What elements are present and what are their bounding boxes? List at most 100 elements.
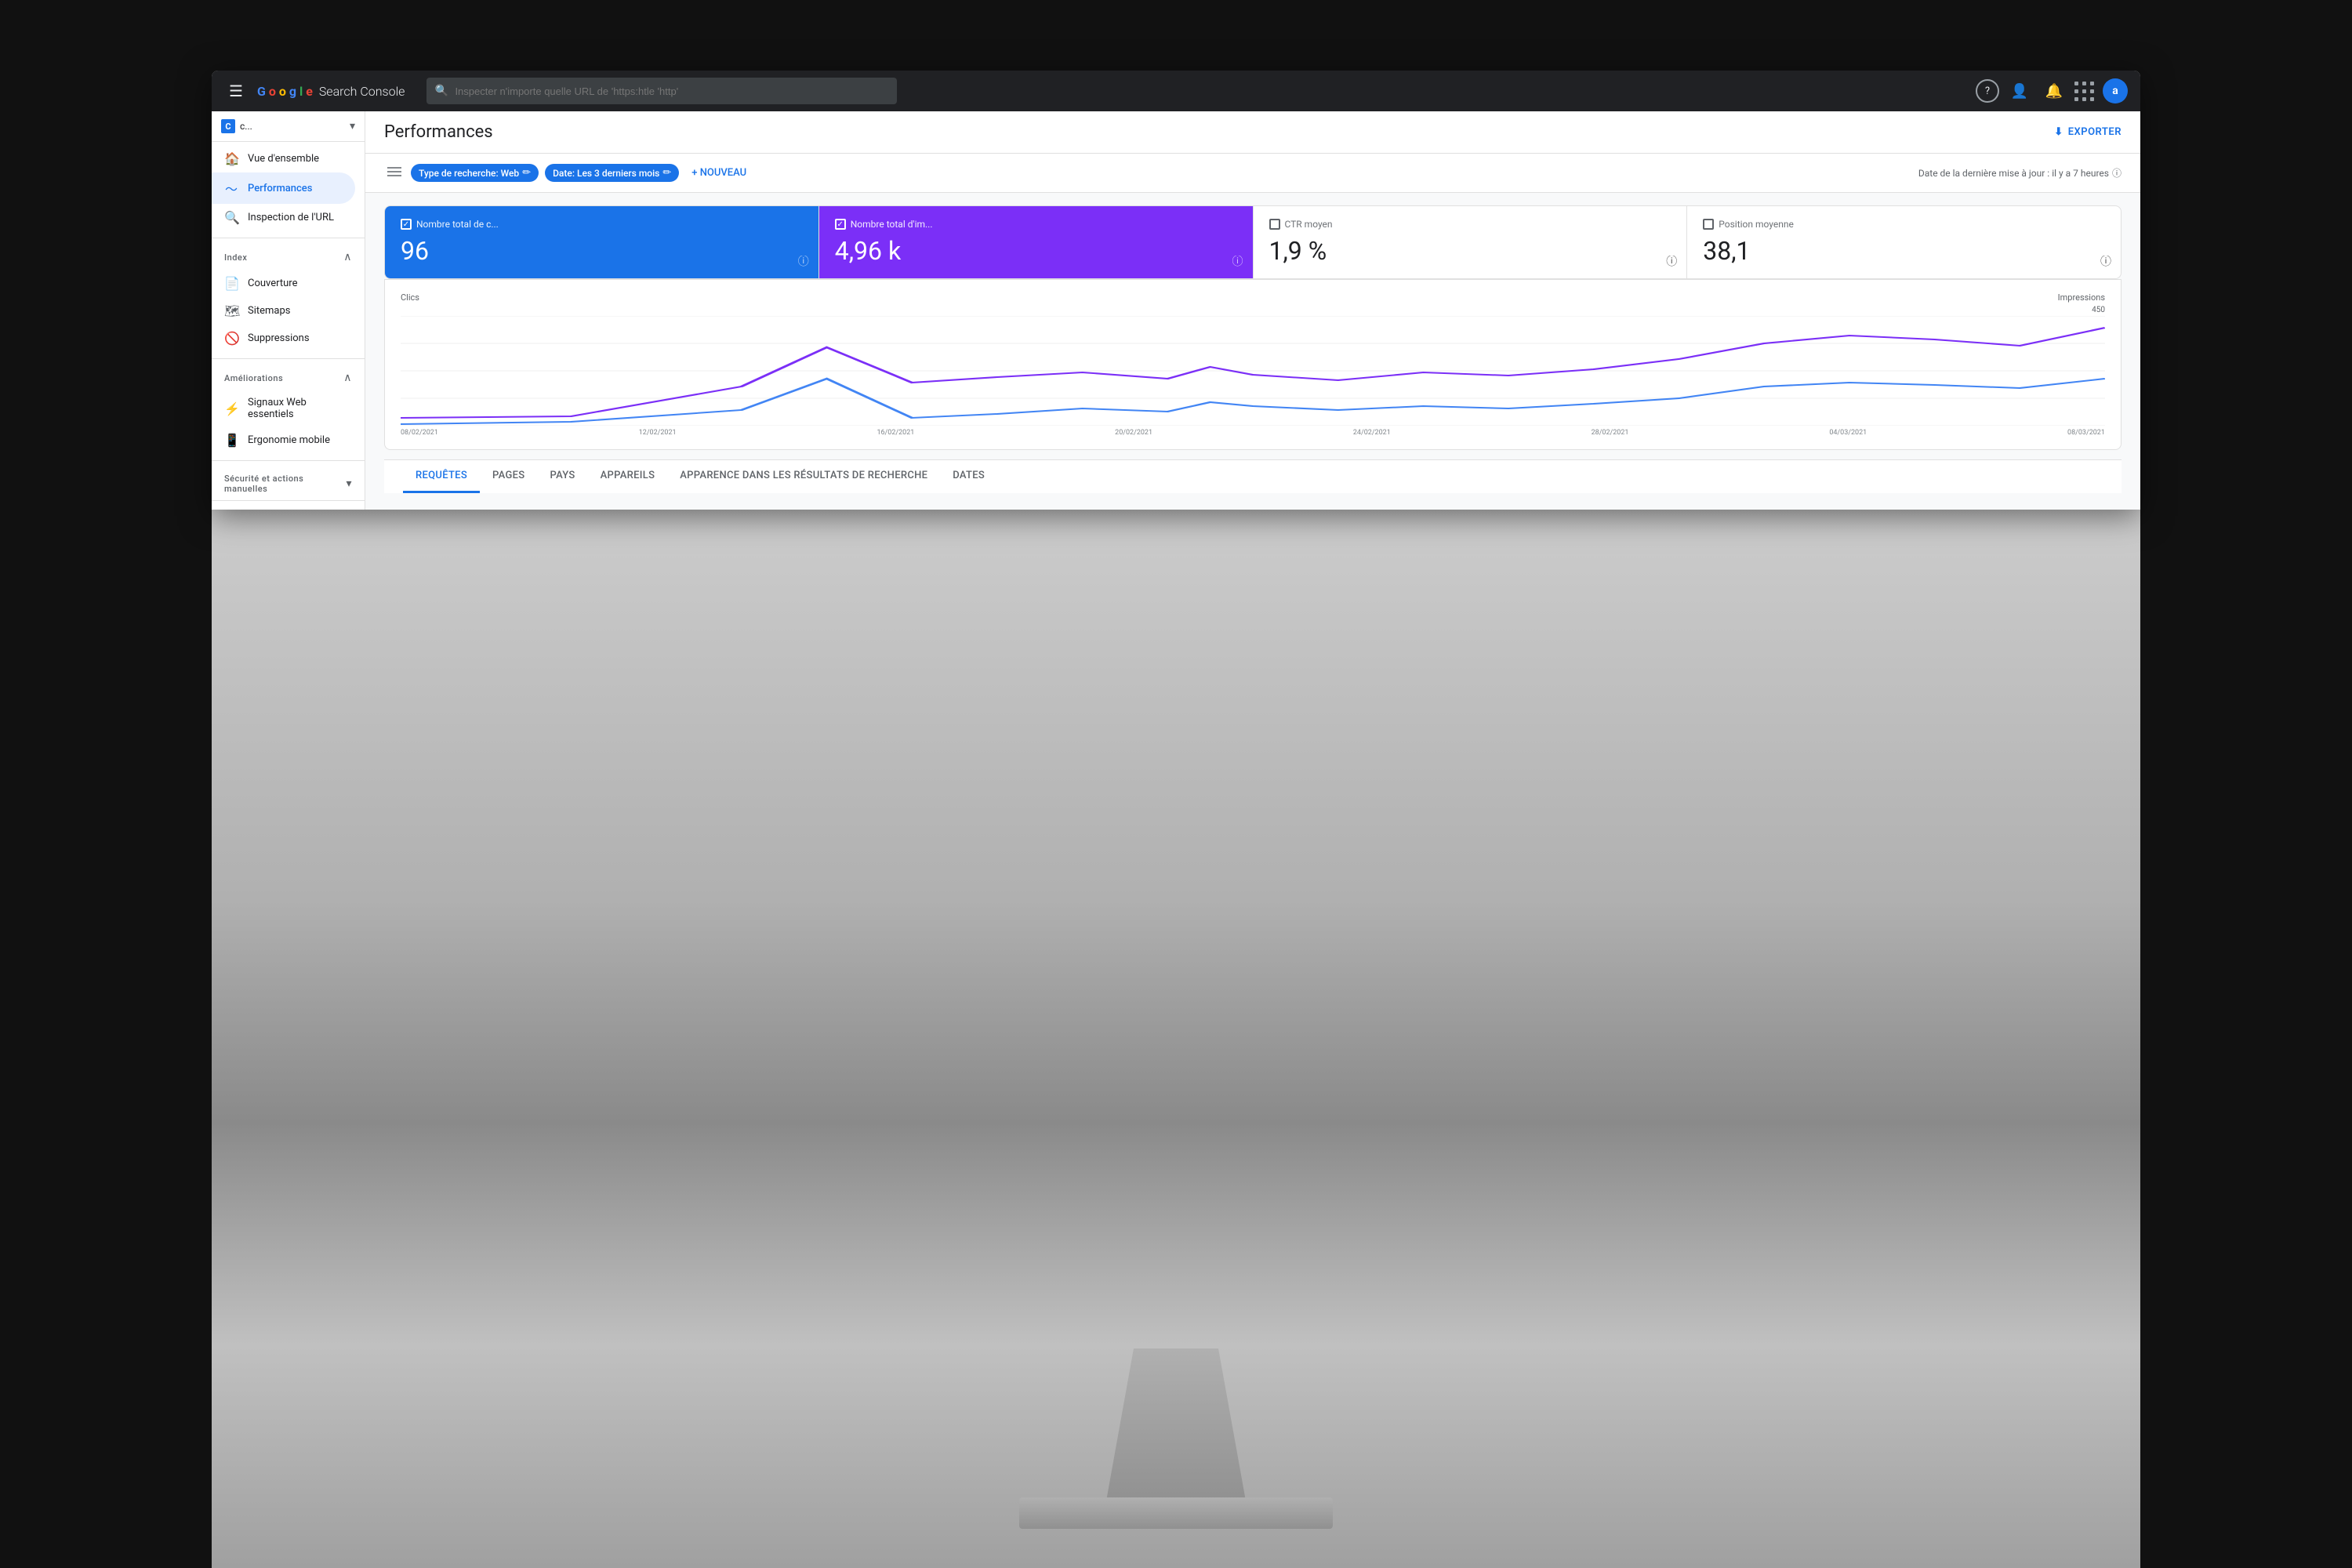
notifications-button[interactable]: 🔔 bbox=[2040, 77, 2068, 105]
index-section-header: Index ∧ bbox=[212, 241, 365, 267]
export-label: EXPORTER bbox=[2068, 126, 2122, 138]
info-icon: ⓘ bbox=[2112, 166, 2122, 180]
property-selector[interactable]: C c... ▾ bbox=[212, 111, 365, 142]
x-label: 04/03/2021 bbox=[1829, 429, 1867, 437]
sidebar-item-signaux-web[interactable]: ⚡ Signaux Web essentiels bbox=[212, 390, 355, 426]
page-title: Performances bbox=[384, 122, 493, 142]
filter-chip-search-type[interactable]: Type de recherche: Web ✏ bbox=[411, 164, 539, 182]
index-nav-section: 📄 Couverture 🗺 Sitemaps 🚫 Suppressions bbox=[212, 267, 365, 355]
sidebar-item-performances[interactable]: 〜 Performances bbox=[212, 172, 355, 204]
x-label: 08/02/2021 bbox=[401, 429, 438, 437]
sidebar-item-sitemaps[interactable]: 🗺 Sitemaps bbox=[212, 297, 355, 325]
couverture-icon: 📄 bbox=[224, 276, 238, 291]
monitor-base bbox=[1019, 1497, 1333, 1529]
tab-pays[interactable]: PAYS bbox=[537, 460, 587, 493]
sidebar: C c... ▾ 🏠 Vue d'ensemble 〜 Performances… bbox=[212, 111, 365, 510]
users-button[interactable]: 👤 bbox=[2005, 77, 2034, 105]
search-input[interactable] bbox=[426, 78, 897, 104]
nav-divider-4 bbox=[212, 500, 365, 501]
metric-label: CTR moyen bbox=[1285, 219, 1333, 230]
tab-dates[interactable]: DATES bbox=[940, 460, 997, 493]
help-button[interactable]: ? bbox=[1976, 79, 1999, 103]
sidebar-item-suppressions[interactable]: 🚫 Suppressions bbox=[212, 325, 355, 352]
securite-chevron[interactable]: ▾ bbox=[346, 477, 352, 490]
ergonomie-icon: 📱 bbox=[224, 433, 238, 448]
metric-checkbox: ✓ bbox=[401, 219, 412, 230]
tab-appareils[interactable]: APPAREILS bbox=[588, 460, 668, 493]
nav-divider-3 bbox=[212, 460, 365, 461]
filter-chip-date[interactable]: Date: Les 3 derniers mois ✏ bbox=[545, 164, 679, 182]
metric-card-header: CTR moyen bbox=[1269, 219, 1671, 230]
apps-button[interactable] bbox=[2074, 80, 2096, 102]
new-filter-button[interactable]: + NOUVEAU bbox=[685, 164, 753, 182]
chart-container: Clics Impressions 450 bbox=[384, 279, 2122, 450]
search-nav-icon: 🔍 bbox=[224, 210, 238, 225]
chart-svg bbox=[401, 316, 2105, 426]
user-avatar[interactable]: a bbox=[2103, 78, 2128, 103]
metric-card-header: ✓ Nombre total de c... bbox=[401, 219, 803, 230]
metric-info-icon: ⓘ bbox=[2100, 253, 2111, 269]
menu-icon[interactable]: ☰ bbox=[224, 77, 248, 105]
tab-pages[interactable]: PAGES bbox=[480, 460, 537, 493]
metric-card-position[interactable]: Position moyenne 38,1 ⓘ bbox=[1687, 206, 2121, 278]
sidebar-item-label: Couverture bbox=[248, 278, 297, 289]
filter-chip-edit-icon-2: ✏ bbox=[662, 167, 671, 179]
tab-requetes[interactable]: REQUÊTES bbox=[403, 460, 480, 493]
sidebar-item-ergonomie[interactable]: 📱 Ergonomie mobile bbox=[212, 426, 355, 454]
filter-icon[interactable] bbox=[384, 162, 405, 184]
metric-label: Position moyenne bbox=[1719, 219, 1794, 230]
filter-bar: Type de recherche: Web ✏ Date: Les 3 der… bbox=[365, 154, 2140, 193]
sidebar-item-label: Ergonomie mobile bbox=[248, 434, 330, 446]
export-button[interactable]: ⬇ EXPORTER bbox=[2054, 126, 2122, 138]
metric-label: Nombre total d'im... bbox=[851, 219, 933, 230]
metric-info-icon: ⓘ bbox=[1666, 253, 1677, 269]
content-header: Performances ⬇ EXPORTER bbox=[365, 111, 2140, 154]
metric-card-clics[interactable]: ✓ Nombre total de c... 96 ⓘ bbox=[385, 206, 819, 278]
ameliorations-nav-section: ⚡ Signaux Web essentiels 📱 Ergonomie mob… bbox=[212, 387, 365, 457]
suppressions-icon: 🚫 bbox=[224, 331, 238, 346]
metric-card-impressions[interactable]: ✓ Nombre total d'im... 4,96 k ⓘ bbox=[819, 206, 1254, 278]
sidebar-item-couverture[interactable]: 📄 Couverture bbox=[212, 270, 355, 297]
sidebar-item-label: Sitemaps bbox=[248, 305, 291, 317]
metric-value: 4,96 k bbox=[835, 236, 1237, 266]
metric-checkbox bbox=[1703, 219, 1714, 230]
chart-x-labels: 08/02/2021 12/02/2021 16/02/2021 20/02/2… bbox=[401, 429, 2105, 437]
tab-apparence[interactable]: APPARENCE DANS LES RÉSULTATS DE RECHERCH… bbox=[667, 460, 940, 493]
sidebar-item-label: Vue d'ensemble bbox=[248, 153, 319, 165]
metric-info-icon: ⓘ bbox=[1232, 253, 1243, 269]
sidebar-item-label: Suppressions bbox=[248, 332, 310, 344]
main-layout: C c... ▾ 🏠 Vue d'ensemble 〜 Performances… bbox=[212, 111, 2140, 510]
metric-checkbox bbox=[1269, 219, 1280, 230]
chart-y-right-max: 450 bbox=[2092, 306, 2105, 314]
filter-chip-label: Date: Les 3 derniers mois bbox=[553, 168, 659, 179]
chart-right-label: Impressions bbox=[2058, 292, 2105, 303]
sidebar-item-url-inspection[interactable]: 🔍 Inspection de l'URL bbox=[212, 204, 355, 231]
metrics-area: ✓ Nombre total de c... 96 ⓘ ✓ Nombre tot… bbox=[365, 193, 2140, 506]
sidebar-item-label: Inspection de l'URL bbox=[248, 212, 334, 223]
x-label: 08/03/2021 bbox=[2067, 429, 2105, 437]
metric-card-header: ✓ Nombre total d'im... bbox=[835, 219, 1237, 230]
sidebar-item-label: Performances bbox=[248, 183, 312, 194]
metric-info-icon: ⓘ bbox=[798, 253, 809, 269]
anciens-section-header[interactable]: Anciens outils et rapports ▾ bbox=[212, 504, 365, 510]
sitemaps-icon: 🗺 bbox=[224, 303, 238, 318]
metrics-cards: ✓ Nombre total de c... 96 ⓘ ✓ Nombre tot… bbox=[384, 205, 2122, 279]
sidebar-item-overview[interactable]: 🏠 Vue d'ensemble bbox=[212, 145, 355, 172]
signaux-web-icon: ⚡ bbox=[224, 401, 238, 416]
content-area: Performances ⬇ EXPORTER Type de recherch… bbox=[365, 111, 2140, 510]
index-chevron[interactable]: ∧ bbox=[343, 251, 352, 263]
securite-section-header[interactable]: Sécurité et actions manuelles ▾ bbox=[212, 464, 365, 497]
x-label: 28/02/2021 bbox=[1592, 429, 1629, 437]
main-nav-section: 🏠 Vue d'ensemble 〜 Performances 🔍 Inspec… bbox=[212, 142, 365, 234]
metric-label: Nombre total de c... bbox=[416, 219, 499, 230]
chart-left-label: Clics bbox=[401, 292, 419, 303]
x-label: 24/02/2021 bbox=[1353, 429, 1391, 437]
metric-card-ctr[interactable]: CTR moyen 1,9 % ⓘ bbox=[1254, 206, 1688, 278]
ameliorations-chevron[interactable]: ∧ bbox=[343, 372, 352, 384]
metric-value: 38,1 bbox=[1703, 236, 2105, 266]
search-icon: 🔍 bbox=[434, 85, 448, 97]
nav-divider-2 bbox=[212, 358, 365, 359]
tabs-bar: REQUÊTES PAGES PAYS APPAREILS APPARENCE … bbox=[384, 459, 2122, 493]
search-bar: 🔍 bbox=[426, 78, 897, 104]
sidebar-item-label: Signaux Web essentiels bbox=[248, 397, 343, 420]
